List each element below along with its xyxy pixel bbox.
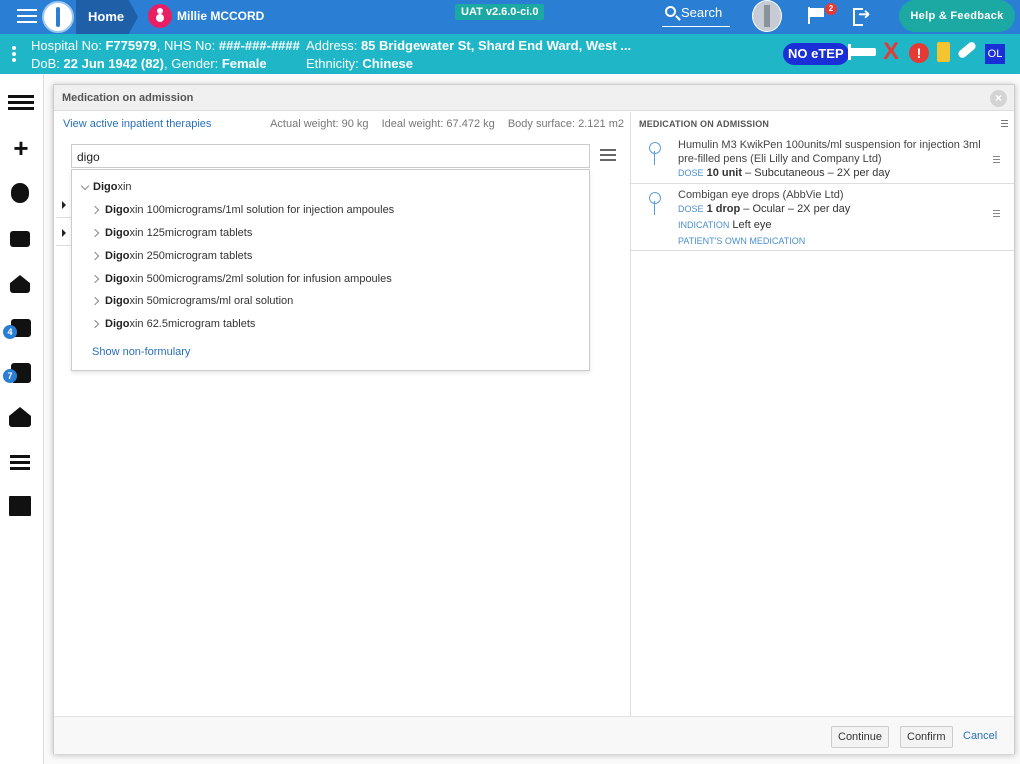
chevron-right-icon	[90, 205, 100, 215]
result-item[interactable]: Digoxin 250microgram tablets	[72, 247, 589, 267]
prescription-badge: 4	[3, 325, 17, 339]
ol-badge[interactable]: OL	[985, 44, 1005, 64]
chevron-right-icon	[90, 296, 100, 306]
view-active-therapies-link[interactable]: View active inpatient therapies	[63, 118, 211, 130]
search-button[interactable]: Search	[662, 5, 730, 27]
top-bar: Home Millie MCCORD UAT v2.6.0-ci.0 Searc…	[0, 0, 1020, 34]
result-item[interactable]: Digoxin 500micrograms/2ml solution for i…	[72, 270, 589, 290]
medication-on-admission-dialog: Medication on admission × View active in…	[53, 84, 1015, 754]
medication-card[interactable]: Humulin M3 KwikPen 100units/ml suspensio…	[631, 134, 1014, 184]
user-avatar[interactable]	[752, 0, 782, 32]
search-pane: View active inpatient therapies Actual w…	[54, 112, 630, 716]
chevron-right-icon	[90, 251, 100, 261]
list-icon[interactable]	[8, 95, 34, 111]
logout-icon[interactable]	[853, 5, 873, 26]
close-icon[interactable]: ×	[990, 90, 1007, 107]
result-group-digoxin[interactable]: Digoxin	[72, 178, 589, 198]
red-x-icon[interactable]: X	[883, 40, 899, 64]
medication-menu-icon[interactable]	[993, 156, 1000, 164]
medication-dose: DOSE 10 unit – Subcutaneous – 2X per day	[678, 167, 891, 179]
expand-row-icon[interactable]	[56, 220, 72, 246]
patient-metrics: Actual weight: 90 kg Ideal weight: 67.47…	[260, 118, 624, 130]
medication-search-input[interactable]: digo	[71, 144, 590, 168]
plus-icon[interactable]: +	[8, 135, 34, 161]
medication-icon	[647, 142, 663, 165]
app-logo[interactable]	[42, 1, 74, 33]
clipboard-icon[interactable]	[937, 42, 950, 62]
result-item[interactable]: Digoxin 125microgram tablets	[72, 224, 589, 244]
list-menu-icon[interactable]	[600, 149, 616, 161]
ideal-weight: Ideal weight: 67.472 kg	[381, 118, 495, 130]
chevron-right-icon	[90, 228, 100, 238]
actual-weight: Actual weight: 90 kg	[270, 118, 369, 130]
patients-own-medication-tag: PATIENT'S OWN MEDICATION	[678, 236, 806, 246]
dialog-footer: Continue Confirm Cancel	[54, 716, 1014, 754]
notification-badge: 2	[825, 3, 837, 15]
help-feedback-button[interactable]: Help & Feedback	[899, 0, 1015, 32]
medication-card[interactable]: Combigan eye drops (AbbVie Ltd) DOSE 1 d…	[631, 184, 1014, 251]
checklist-icon[interactable]	[10, 455, 30, 471]
dialog-header: Medication on admission ×	[54, 85, 1014, 111]
flag-icon[interactable]	[808, 7, 824, 24]
alert-icon[interactable]: !	[909, 43, 929, 63]
medication-name: Combigan eye drops (AbbVie Ltd)	[678, 189, 844, 201]
expand-row-icon[interactable]	[56, 192, 72, 218]
discharge-icon[interactable]	[9, 407, 31, 427]
patient-name[interactable]: Millie MCCORD	[177, 9, 264, 23]
patient-ethnicity: Ethnicity: Chinese	[306, 56, 413, 71]
stethoscope-icon[interactable]	[11, 183, 29, 203]
clipboard-badge: 7	[3, 369, 17, 383]
version-badge: UAT v2.6.0-ci.0	[455, 4, 545, 20]
list-options-icon[interactable]	[1001, 120, 1008, 128]
result-item[interactable]: Digoxin 100micrograms/1ml solution for i…	[72, 201, 589, 221]
home-label[interactable]: Home	[88, 9, 124, 24]
patient-address: Address: 85 Bridgewater St, Shard End Wa…	[306, 38, 632, 53]
hamburger-menu-icon[interactable]	[17, 9, 37, 25]
left-nav: + 4 7	[0, 74, 44, 764]
calendar-icon[interactable]	[9, 496, 31, 516]
confirm-button[interactable]: Confirm	[900, 726, 953, 748]
admission-medications-header: MEDICATION ON ADMISSION	[631, 112, 1014, 134]
body-surface: Body surface: 2.121 m2	[507, 118, 624, 130]
hospital-numbers: Hospital No: F775979, NHS No: ###-###-##…	[31, 38, 300, 53]
result-item[interactable]: Digoxin 62.5microgram tablets	[72, 315, 589, 335]
search-input-value: digo	[77, 150, 100, 164]
result-item[interactable]: Digoxin 50micrograms/ml oral solution	[72, 292, 589, 312]
search-label: Search	[681, 5, 723, 20]
search-results-dropdown: Digoxin Digoxin 100micrograms/1ml soluti…	[71, 169, 590, 371]
bed-icon[interactable]	[848, 44, 876, 60]
chevron-right-icon	[90, 274, 100, 284]
banner-menu-icon[interactable]	[12, 46, 16, 62]
camera-icon[interactable]	[10, 231, 30, 247]
female-patient-icon	[148, 4, 172, 28]
dialog-title: Medication on admission	[62, 92, 194, 104]
search-icon	[665, 6, 676, 17]
medication-icon	[647, 192, 663, 215]
chevron-down-icon	[80, 181, 90, 191]
patient-dob-gender: DoB: 22 Jun 1942 (82), Gender: Female	[31, 56, 267, 71]
admission-medications-title: MEDICATION ON ADMISSION	[639, 119, 770, 129]
admission-medications-pane: MEDICATION ON ADMISSION Humulin M3 KwikP…	[630, 112, 1014, 716]
medication-menu-icon[interactable]	[993, 210, 1000, 218]
continue-button[interactable]: Continue	[831, 726, 890, 748]
patient-banner: Hospital No: F775979, NHS No: ###-###-##…	[0, 34, 1020, 74]
medication-indication: INDICATION Left eye	[678, 219, 772, 231]
medication-name: Humulin M3 KwikPen 100units/ml suspensio…	[678, 139, 981, 165]
cancel-link[interactable]: Cancel	[963, 730, 997, 742]
show-non-formulary-link[interactable]: Show non-formulary	[92, 346, 190, 358]
medication-dose: DOSE 1 drop – Ocular – 2X per day	[678, 203, 851, 215]
home-icon[interactable]	[10, 275, 30, 293]
pill-icon[interactable]	[956, 40, 978, 60]
no-etep-badge[interactable]: NO eTEP	[783, 43, 849, 65]
chevron-right-icon	[90, 319, 100, 329]
